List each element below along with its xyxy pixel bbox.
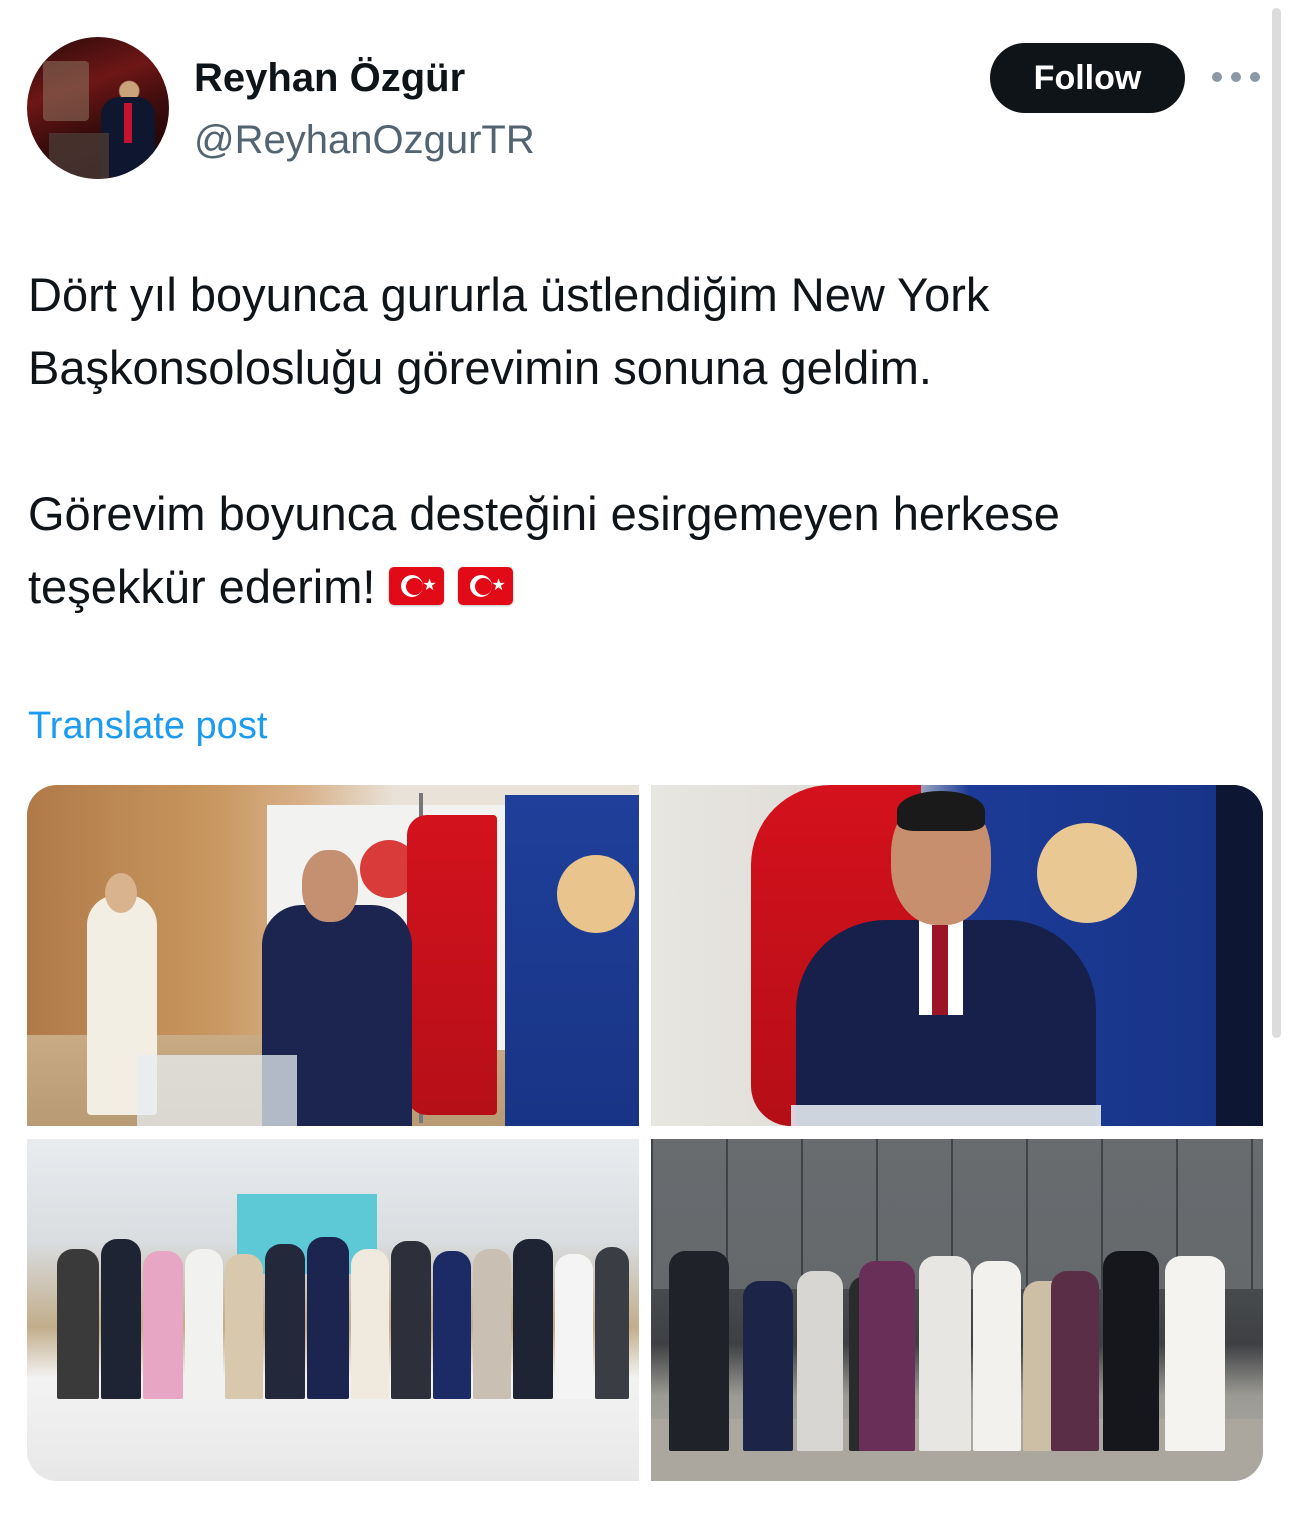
person <box>797 1271 843 1451</box>
turkey-flag-icon: ★ <box>389 567 445 605</box>
person <box>973 1261 1021 1451</box>
person <box>101 1239 141 1399</box>
person <box>555 1254 593 1399</box>
tweet-text: Dört yıl boyunca gururla üstlendiğim New… <box>28 258 1243 623</box>
person <box>1165 1256 1225 1451</box>
person <box>669 1251 729 1451</box>
person <box>919 1256 971 1451</box>
person <box>391 1241 431 1399</box>
person <box>1051 1271 1099 1451</box>
photo-group-evening[interactable] <box>651 1139 1263 1481</box>
photo-group-consulate[interactable] <box>27 1139 639 1481</box>
tweet-text-fragment: teşekkür ederim! <box>28 560 376 613</box>
person <box>1103 1251 1159 1451</box>
person <box>743 1281 793 1451</box>
person <box>473 1249 511 1399</box>
person <box>307 1237 349 1399</box>
turkish-house-banner <box>505 795 639 1126</box>
person <box>143 1251 183 1399</box>
more-options-icon[interactable] <box>1212 64 1260 90</box>
glass-podium <box>791 1105 1101 1126</box>
person <box>433 1251 471 1399</box>
more-dot <box>1212 72 1222 82</box>
avatar-podium <box>49 133 109 179</box>
tweet-text-line: Dört yıl boyunca gururla üstlendiğim New… <box>28 268 990 321</box>
more-dot <box>1250 72 1260 82</box>
person <box>185 1249 223 1399</box>
person <box>595 1247 629 1399</box>
avatar-tie <box>124 103 132 143</box>
person <box>265 1244 305 1399</box>
turkey-flag-icon: ★ <box>458 567 514 605</box>
photo-dark-edge <box>1216 785 1263 1126</box>
avatar[interactable] <box>27 37 169 179</box>
person <box>859 1261 915 1451</box>
avatar-background-frame <box>43 61 89 121</box>
scrollbar[interactable] <box>1272 8 1281 1038</box>
person-hair <box>897 791 985 831</box>
translate-post-link[interactable]: Translate post <box>28 702 267 750</box>
more-dot <box>1231 72 1241 82</box>
tweet-text-line-with-flags: teşekkür ederim! ★ ★ <box>28 550 1243 623</box>
person-head <box>302 850 358 922</box>
photo-podium-speech[interactable] <box>27 785 639 1126</box>
tweet-text-line: Başkonsolosluğu görevimin sonuna geldim. <box>28 341 932 394</box>
glass-podium <box>137 1055 297 1126</box>
person-head <box>105 873 137 913</box>
person <box>225 1254 263 1399</box>
turkish-flag <box>407 815 497 1115</box>
person <box>351 1249 389 1399</box>
follow-button[interactable]: Follow <box>990 43 1185 113</box>
photo-speaker-closeup[interactable] <box>651 785 1263 1126</box>
person <box>57 1249 99 1399</box>
author-handle[interactable]: @ReyhanOzgurTR <box>194 114 535 166</box>
group-of-people <box>49 1219 629 1399</box>
media-grid <box>27 785 1263 1481</box>
person <box>513 1239 553 1399</box>
tweet-text-line: Görevim boyunca desteğini esirgemeyen he… <box>28 487 1060 540</box>
author-name[interactable]: Reyhan Özgür <box>194 52 465 104</box>
turkish-house-seal <box>1037 823 1137 923</box>
speaker-tie <box>932 925 948 1015</box>
tweet-post: Reyhan Özgür @ReyhanOzgurTR Follow Dört … <box>0 0 1290 1520</box>
turkish-house-seal <box>557 855 635 933</box>
